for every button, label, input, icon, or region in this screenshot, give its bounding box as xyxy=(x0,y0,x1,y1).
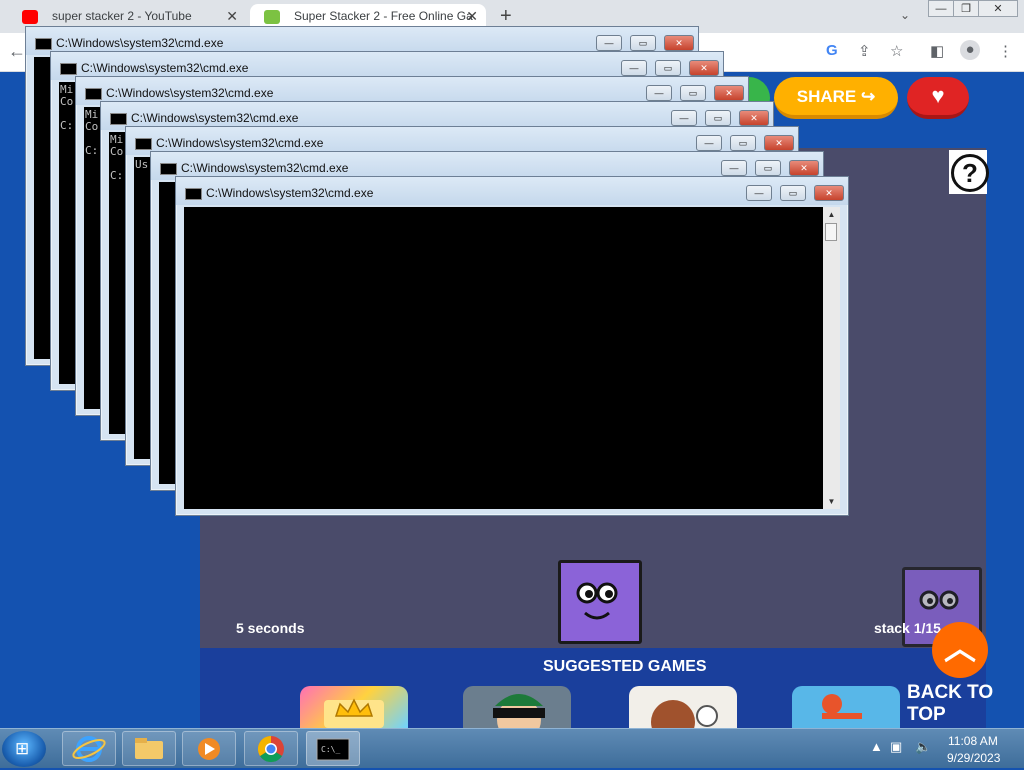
help-icon: ? xyxy=(951,154,989,192)
show-hidden-icons-icon[interactable]: ▲ xyxy=(870,739,883,754)
media-player-icon xyxy=(198,738,220,760)
cmd-maximize-button[interactable]: ▭ xyxy=(655,60,681,76)
cmd-maximize-button[interactable]: ▭ xyxy=(705,110,731,126)
taskbar-internet-explorer[interactable] xyxy=(62,731,116,766)
internet-explorer-icon xyxy=(72,736,106,762)
cmd-minimize-button[interactable]: — xyxy=(671,110,697,126)
cmd-icon xyxy=(185,188,202,200)
scroll-down-icon[interactable]: ▼ xyxy=(823,494,840,509)
windows-logo-icon: ⊞ xyxy=(15,739,30,758)
cmd-close-button[interactable]: ✕ xyxy=(814,185,844,201)
chevron-up-icon: ︿ xyxy=(943,630,976,666)
game-thumbnail[interactable] xyxy=(300,686,408,728)
smiley-block[interactable] xyxy=(558,560,642,644)
cmd-close-button[interactable]: ✕ xyxy=(689,60,719,76)
cmd-close-button[interactable]: ✕ xyxy=(714,85,744,101)
bike-rider-icon xyxy=(822,694,862,719)
cmd-title: C:\Windows\system32\cmd.exe xyxy=(156,136,324,150)
chrome-icon xyxy=(257,735,284,763)
window-minimize-button[interactable]: — xyxy=(928,0,954,17)
taskbar-cmd[interactable]: C:\_ xyxy=(306,731,360,766)
cmd-maximize-button[interactable]: ▭ xyxy=(680,85,706,101)
heart-icon[interactable]: ♥ xyxy=(907,77,969,119)
share-arrow-icon: ↪ xyxy=(861,87,876,106)
back-to-top-label[interactable]: BACK TO TOP xyxy=(907,682,1024,726)
cmd-scrollbar[interactable]: ▲▼ xyxy=(823,207,840,509)
cmd-close-button[interactable]: ✕ xyxy=(764,135,794,151)
profile-icon[interactable]: ● xyxy=(960,40,980,60)
window-restore-button[interactable]: ❐ xyxy=(953,0,979,17)
svg-text:C:\_: C:\_ xyxy=(321,745,340,754)
more-menu-icon[interactable]: ⋮ xyxy=(998,42,1013,60)
character-icon xyxy=(651,700,718,744)
help-button[interactable]: ? xyxy=(949,150,989,194)
tab-title: super stacker 2 - YouTube xyxy=(52,9,192,23)
cmd-console[interactable] xyxy=(184,207,824,509)
cmd-titlebar[interactable]: C:\Windows\system32\cmd.exe — ▭ ✕ xyxy=(176,177,848,205)
cmd-close-button[interactable]: ✕ xyxy=(664,35,694,51)
taskbar-file-explorer[interactable] xyxy=(122,731,176,766)
cmd-icon: C:\_ xyxy=(316,738,350,761)
smiley-face-icon xyxy=(576,582,618,620)
scroll-thumb[interactable] xyxy=(825,223,837,241)
share-label: SHARE xyxy=(796,87,857,106)
start-button[interactable]: ⊞ xyxy=(2,731,46,767)
back-to-top-button[interactable]: ︿ xyxy=(932,622,988,678)
file-explorer-icon xyxy=(135,738,163,759)
back-arrow-icon[interactable]: ← xyxy=(8,41,26,62)
cmd-maximize-button[interactable]: ▭ xyxy=(730,135,756,151)
scroll-up-icon[interactable]: ▲ xyxy=(823,207,840,222)
chevron-down-icon[interactable]: ⌄ xyxy=(900,8,910,22)
cmd-maximize-button[interactable]: ▭ xyxy=(755,160,781,176)
network-icon[interactable]: ▣ xyxy=(890,739,902,755)
site-favicon-icon xyxy=(264,10,280,24)
cmd-title: C:\Windows\system32\cmd.exe xyxy=(181,161,349,175)
cmd-minimize-button[interactable]: — xyxy=(746,185,772,201)
cmd-icon xyxy=(85,88,102,100)
google-lens-icon[interactable]: G xyxy=(826,42,838,59)
stack-counter: stack 1/15 xyxy=(874,620,941,636)
clock-time[interactable]: 11:08 AM xyxy=(948,734,998,748)
suggested-games-title: SUGGESTED GAMES xyxy=(543,658,707,675)
cmd-title: C:\Windows\system32\cmd.exe xyxy=(81,61,249,75)
cmd-maximize-button[interactable]: ▭ xyxy=(780,185,806,201)
side-panel-icon[interactable]: ◧ xyxy=(930,42,944,60)
game-thumbnail[interactable] xyxy=(629,686,737,744)
volume-muted-icon[interactable]: 🔈 xyxy=(915,739,931,755)
cmd-title: C:\Windows\system32\cmd.exe xyxy=(206,186,374,200)
window-close-button[interactable]: ✕ xyxy=(978,0,1018,17)
cmd-minimize-button[interactable]: — xyxy=(646,85,672,101)
cmd-icon xyxy=(35,38,52,50)
cmd-title: C:\Windows\system32\cmd.exe xyxy=(56,36,224,50)
cmd-icon xyxy=(60,63,77,75)
taskbar-media-player[interactable] xyxy=(182,731,236,766)
bookmark-star-icon[interactable]: ☆ xyxy=(890,42,903,60)
robber-icon xyxy=(493,694,545,742)
game-thumbnail[interactable] xyxy=(463,686,571,742)
cmd-minimize-button[interactable]: — xyxy=(696,135,722,151)
taskbar-chrome[interactable] xyxy=(244,731,298,766)
cmd-icon xyxy=(110,113,127,125)
share-button[interactable]: SHARE ↪ xyxy=(774,77,898,119)
cmd-icon xyxy=(135,138,152,150)
cmd-title: C:\Windows\system32\cmd.exe xyxy=(106,86,274,100)
tab-title: Super Stacker 2 - Free Online Ga xyxy=(294,9,473,23)
crown-icon xyxy=(324,698,384,728)
cmd-icon xyxy=(160,163,177,175)
game-thumbnail[interactable] xyxy=(792,686,900,728)
cmd-maximize-button[interactable]: ▭ xyxy=(630,35,656,51)
cmd-close-button[interactable]: ✕ xyxy=(789,160,819,176)
cmd-close-button[interactable]: ✕ xyxy=(739,110,769,126)
cmd-title: C:\Windows\system32\cmd.exe xyxy=(131,111,299,125)
share-icon[interactable]: ⇪ xyxy=(858,42,871,60)
youtube-favicon-icon xyxy=(22,10,38,24)
clock-date[interactable]: 9/29/2023 xyxy=(947,751,1000,765)
cmd-minimize-button[interactable]: — xyxy=(721,160,747,176)
cmd-window[interactable]: C:\Windows\system32\cmd.exe—▭✕▲▼ xyxy=(175,176,849,516)
cmd-minimize-button[interactable]: — xyxy=(621,60,647,76)
timer-text: 5 seconds xyxy=(236,620,305,636)
cmd-minimize-button[interactable]: — xyxy=(596,35,622,51)
